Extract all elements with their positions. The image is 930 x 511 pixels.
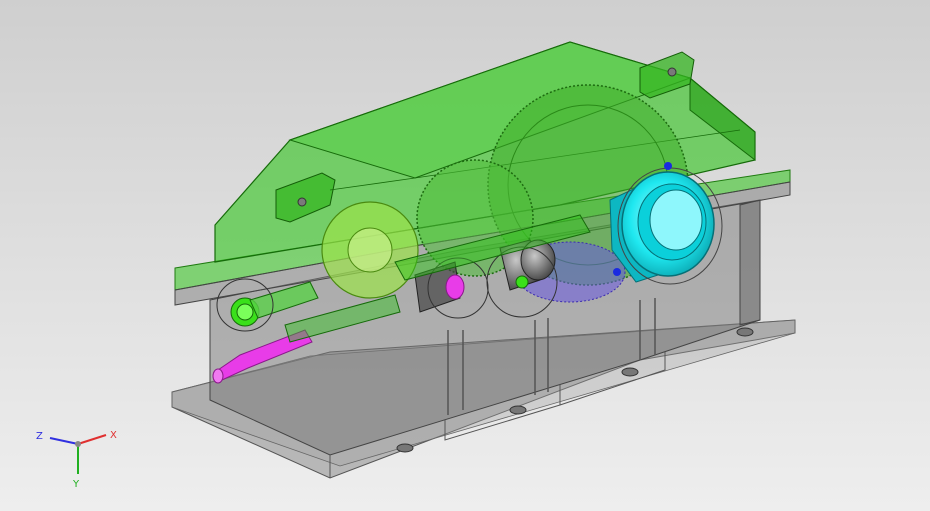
graphics-viewport[interactable]: X Z Y [0,0,930,511]
coordinate-triad: X Z Y [36,430,117,490]
pinion-gear[interactable] [321,201,419,299]
x-axis-label: X [110,430,117,441]
z-axis-label: Z [36,431,43,442]
model-canvas[interactable] [0,0,930,511]
z-axis-line [49,437,79,445]
triad-origin [75,441,81,447]
y-axis-label: Y [72,479,80,490]
x-axis-line [77,434,107,445]
